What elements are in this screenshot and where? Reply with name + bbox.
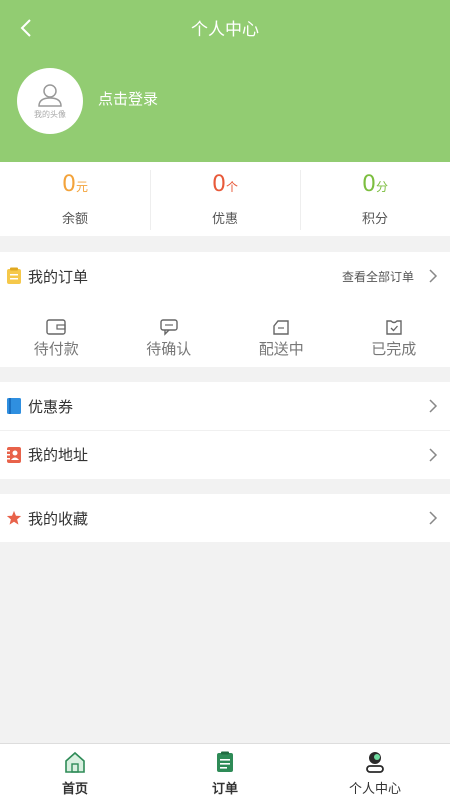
stat-discount[interactable]: 0个 优惠: [150, 162, 300, 236]
completed-icon: [386, 320, 402, 335]
stat-balance[interactable]: 0元 余额: [0, 162, 150, 236]
order-status-completed[interactable]: 已完成: [338, 300, 450, 367]
book-icon: [6, 397, 22, 415]
orders-title: 我的订单: [28, 267, 89, 286]
chevron-right-icon: [429, 511, 438, 525]
tab-label: 首页: [61, 782, 88, 797]
stats-bar: 0元 余额 0个 优惠 0分 积分: [0, 162, 450, 236]
menu-group-1: 优惠券 我的地址: [0, 382, 450, 479]
orders-section: 我的订单 查看全部订单 待付款 待确认 配送中 已完成: [0, 252, 450, 367]
profile-icon: [366, 752, 384, 773]
clipboard-icon: [6, 267, 22, 285]
chevron-right-icon: [429, 447, 438, 462]
tab-label: 个人中心: [348, 782, 401, 797]
chat-confirm-icon: [160, 319, 178, 336]
avatar-label: 我的头像: [34, 109, 66, 119]
order-status-delivering[interactable]: 配送中: [225, 300, 338, 367]
stat-label: 积分: [361, 212, 388, 227]
stat-value: 0分: [361, 172, 388, 197]
stat-value: 0个: [211, 172, 238, 197]
order-list-icon: [217, 751, 233, 772]
login-link[interactable]: 点击登录: [98, 88, 158, 109]
order-status-row: 待付款 待确认 配送中 已完成: [0, 300, 450, 367]
order-status-label: 待付款: [33, 340, 79, 358]
order-status-label: 配送中: [258, 340, 304, 358]
menu-item-label: 我的收藏: [28, 509, 89, 528]
home-icon: [65, 751, 85, 773]
avatar[interactable]: 我的头像: [17, 68, 83, 134]
profile-header: 个人中心 我的头像 点击登录: [0, 0, 450, 162]
order-status-pending-confirm[interactable]: 待确认: [113, 300, 226, 367]
orders-header-row[interactable]: 我的订单 查看全部订单: [0, 252, 450, 300]
order-status-label: 已完成: [371, 340, 417, 358]
tab-profile[interactable]: 个人中心: [300, 744, 450, 800]
order-status-pending-payment[interactable]: 待付款: [0, 300, 113, 367]
menu-item-label: 优惠券: [28, 397, 74, 416]
stat-value: 0元: [61, 172, 88, 197]
stat-points[interactable]: 0分 积分: [300, 162, 450, 236]
wallet-icon: [46, 319, 66, 335]
chevron-right-icon: [429, 399, 438, 413]
stat-label: 优惠: [211, 212, 238, 227]
tab-orders[interactable]: 订单: [150, 744, 300, 800]
bottom-tab-bar: 首页 订单 个人中心: [0, 743, 450, 800]
menu-item-address[interactable]: 我的地址: [0, 430, 450, 478]
star-icon: [6, 509, 22, 527]
address-book-icon: [6, 446, 22, 464]
menu-item-coupons[interactable]: 优惠券: [0, 382, 450, 430]
order-status-label: 待确认: [146, 340, 192, 358]
tab-label: 订单: [211, 782, 238, 797]
menu-item-label: 我的地址: [28, 446, 89, 464]
chevron-right-icon: [429, 269, 438, 283]
stat-label: 余额: [61, 212, 88, 227]
menu-item-favorites[interactable]: 我的收藏: [0, 494, 450, 542]
delivery-icon: [273, 320, 289, 335]
page-title: 个人中心: [191, 20, 259, 40]
view-all-orders-link[interactable]: 查看全部订单: [342, 268, 414, 285]
menu-group-2: 我的收藏: [0, 494, 450, 542]
tab-home[interactable]: 首页: [0, 744, 150, 800]
user-icon: [38, 83, 62, 107]
